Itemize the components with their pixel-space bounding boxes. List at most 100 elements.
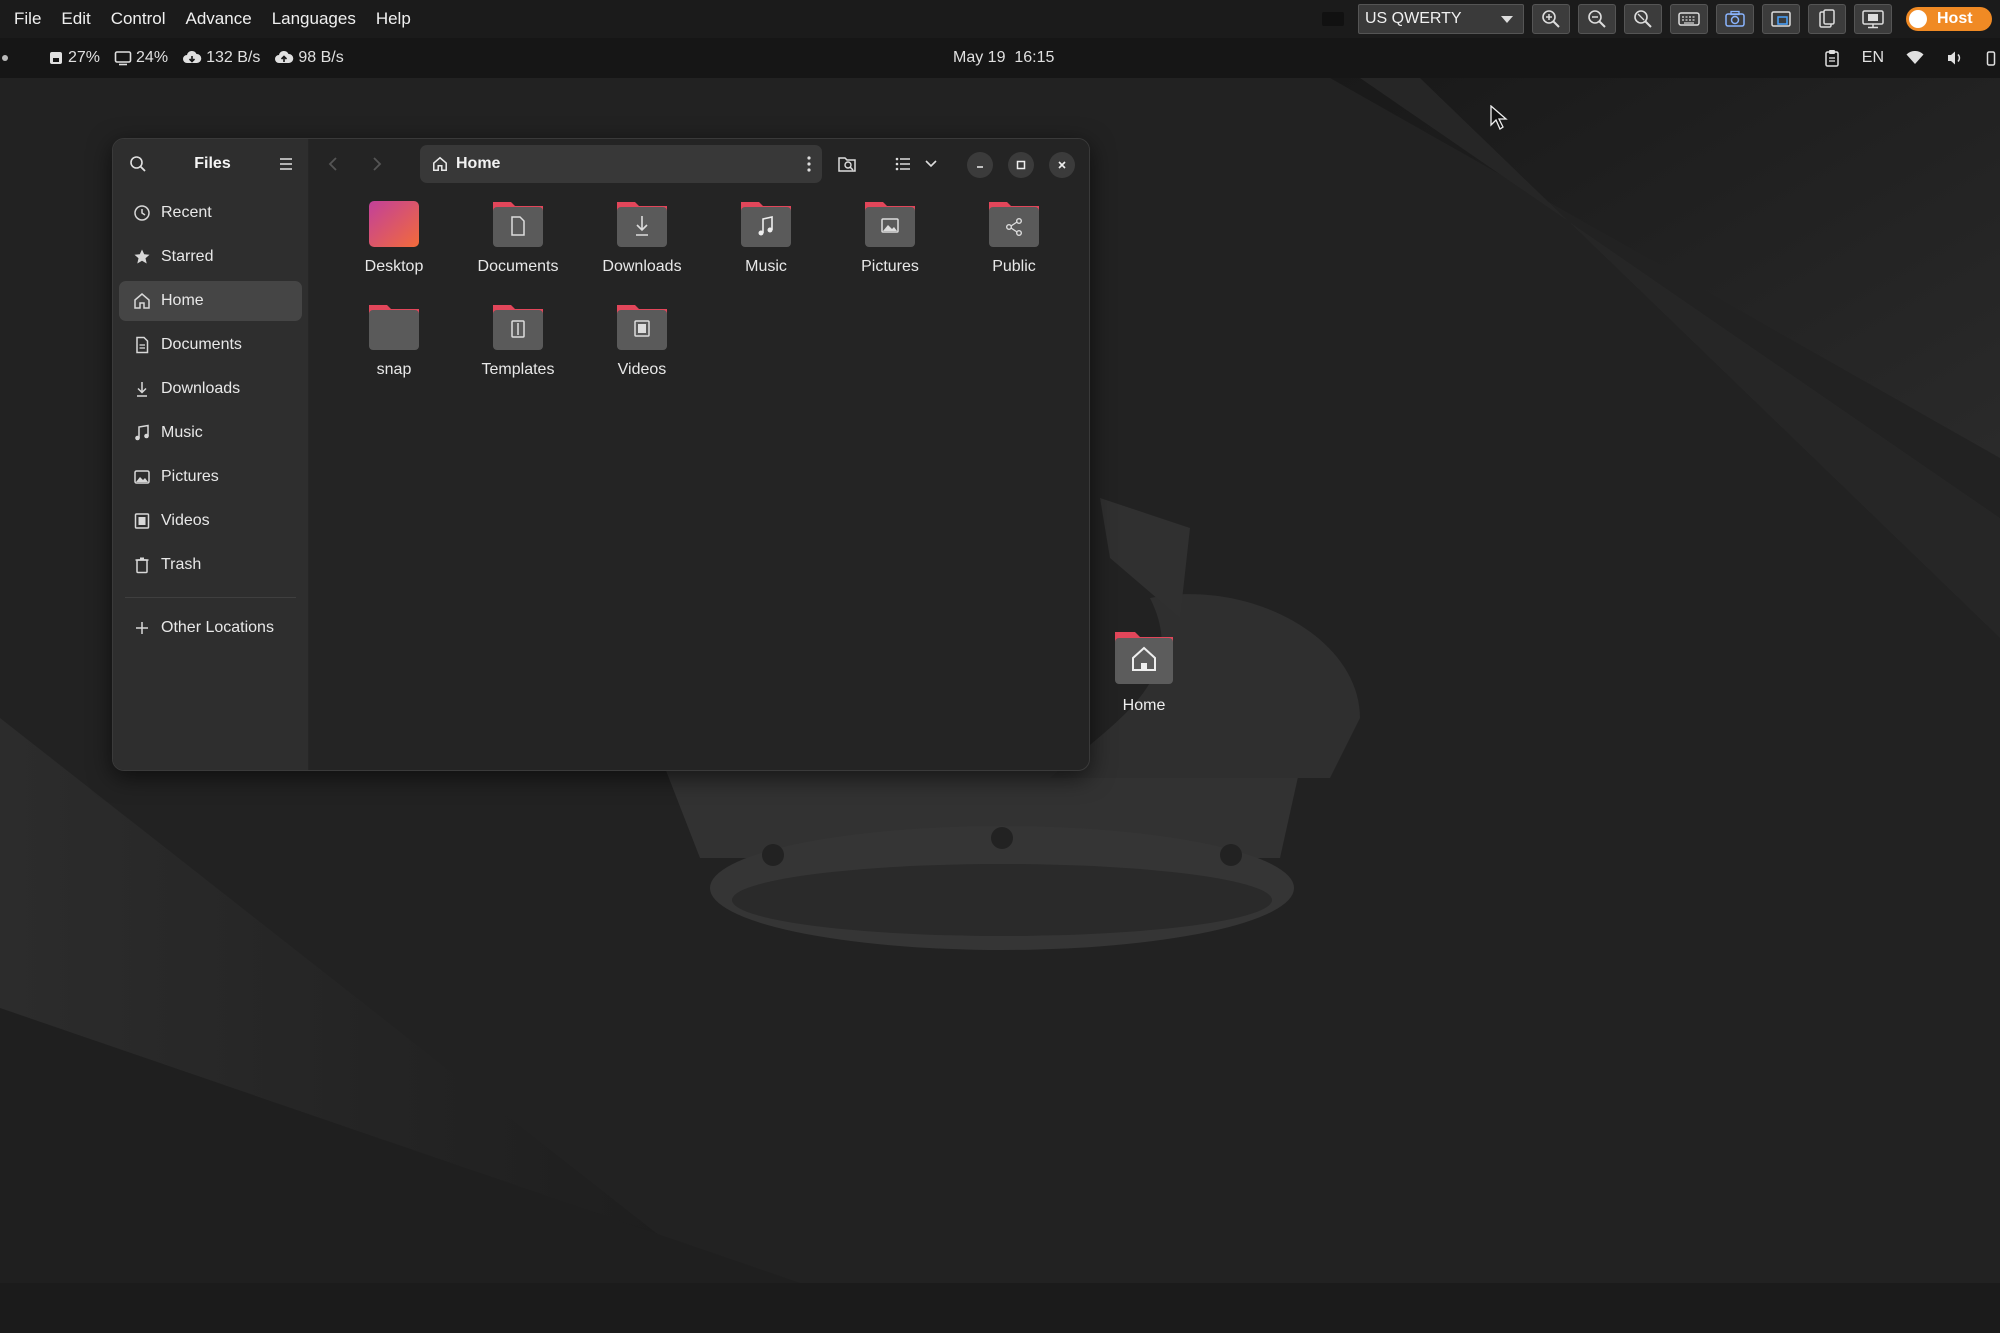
screenshot-button[interactable] (1716, 4, 1754, 34)
location-label: Home (456, 155, 501, 172)
file-item-label: Documents (477, 258, 559, 275)
file-item-documents[interactable]: Documents (463, 199, 573, 276)
zoom-in-button[interactable] (1532, 4, 1570, 34)
files-main: Home Desktop Documents Downloads Music P… (309, 139, 1089, 770)
hamburger-menu-icon[interactable] (278, 157, 294, 171)
net-up-value: 98 B/s (298, 49, 344, 66)
menu-edit[interactable]: Edit (53, 0, 98, 38)
zoom-fit-button[interactable] (1624, 4, 1662, 34)
plus-icon (136, 622, 148, 634)
sidebar-item-videos[interactable]: Videos (119, 501, 302, 541)
clock-date: May 19 (953, 49, 1006, 66)
file-item-public[interactable]: Public (959, 199, 1069, 276)
view-options-button[interactable] (915, 148, 947, 180)
clipboard-button[interactable] (1808, 4, 1846, 34)
sidebar-item-label: Recent (161, 204, 212, 221)
forward-button[interactable] (361, 148, 393, 180)
clipboard-indicator-icon[interactable] (1824, 49, 1840, 67)
top-panel: 27% 24% 132 B/s 98 B/s May 19 16:15 EN (0, 38, 2000, 78)
sidebar-item-label: Other Locations (161, 619, 274, 636)
sidebar-item-starred[interactable]: Starred (119, 237, 302, 277)
file-item-label: Public (992, 258, 1036, 275)
wifi-icon[interactable] (1906, 51, 1924, 65)
video-icon (134, 513, 150, 529)
menu-advance[interactable]: Advance (178, 0, 260, 38)
viewer-menubar: File Edit Control Advance Languages Help… (0, 0, 2000, 38)
videos-folder-icon (617, 305, 667, 350)
back-button[interactable] (317, 148, 349, 180)
status-area: EN (1824, 38, 2000, 78)
sidebar-item-label: Home (161, 292, 204, 309)
file-item-templates[interactable]: Templates (463, 302, 573, 379)
net-up: 98 B/s (274, 49, 344, 67)
search-icon[interactable] (129, 155, 147, 173)
disk-usage: 27% (48, 49, 100, 67)
desktop-home-icon[interactable]: Home (1104, 626, 1184, 715)
sidebar-item-documents[interactable]: Documents (119, 325, 302, 365)
files-headerbar: Home (309, 139, 1089, 189)
clock-icon (134, 205, 150, 221)
file-item-videos[interactable]: Videos (587, 302, 697, 379)
list-view-icon (895, 157, 910, 171)
sidebar-divider (125, 597, 296, 598)
minimize-button[interactable] (967, 152, 993, 178)
window-mode-button[interactable] (1762, 4, 1800, 34)
keyboard-toggle-icon (1678, 12, 1700, 26)
file-item-label: Downloads (602, 258, 682, 275)
clock[interactable]: May 19 16:15 (953, 38, 1054, 78)
cloud-download-icon (183, 50, 202, 63)
menu-languages[interactable]: Languages (264, 0, 364, 38)
downloads-folder-icon (617, 202, 667, 247)
bottom-strip (0, 1283, 2000, 1333)
file-item-label: Desktop (364, 258, 424, 275)
volume-icon[interactable] (1946, 50, 1964, 66)
menu-control[interactable]: Control (103, 0, 174, 38)
location-bar[interactable]: Home (420, 145, 822, 183)
file-item-downloads[interactable]: Downloads (587, 199, 697, 276)
close-icon (1058, 161, 1066, 169)
desktop-home-label: Home (1122, 697, 1166, 714)
keyboard-button[interactable] (1670, 4, 1708, 34)
download-icon (137, 382, 147, 397)
activities-indicator[interactable] (2, 55, 8, 61)
zoom-out-button[interactable] (1578, 4, 1616, 34)
file-item-label: snap (376, 361, 412, 378)
zoom-fit-icon (1634, 10, 1652, 28)
search-button[interactable] (831, 148, 863, 180)
sidebar-item-trash[interactable]: Trash (119, 545, 302, 585)
menu-file[interactable]: File (6, 0, 49, 38)
music-folder-icon (741, 202, 791, 247)
file-item-music[interactable]: Music (711, 199, 821, 276)
document-icon (136, 336, 149, 354)
file-item-snap[interactable]: snap (339, 302, 449, 379)
home-folder-icon (1115, 632, 1173, 684)
file-item-pictures[interactable]: Pictures (835, 199, 945, 276)
files-sidebar: Files Recent Starred Home Documents Down… (113, 139, 309, 770)
kebab-menu-icon[interactable] (806, 155, 812, 173)
close-button[interactable] (1049, 152, 1075, 178)
file-item-label: Videos (617, 361, 667, 378)
sidebar-item-label: Downloads (161, 380, 241, 397)
sidebar-item-downloads[interactable]: Downloads (119, 369, 302, 409)
home-icon (433, 156, 447, 171)
maximize-button[interactable] (1008, 152, 1034, 178)
sidebar-item-recent[interactable]: Recent (119, 193, 302, 233)
zoom-in-icon (1542, 10, 1560, 28)
sidebar-item-label: Music (161, 424, 203, 441)
keyboard-layout-select[interactable]: US QWERTY (1358, 4, 1524, 34)
maximize-icon (1016, 160, 1026, 170)
music-icon (135, 424, 149, 441)
sidebar-item-label: Trash (161, 556, 202, 573)
sidebar-item-pictures[interactable]: Pictures (119, 457, 302, 497)
file-item-desktop[interactable]: Desktop (339, 199, 449, 276)
host-toggle[interactable]: Host (1906, 7, 1992, 31)
sidebar-item-music[interactable]: Music (119, 413, 302, 453)
input-language[interactable]: EN (1862, 49, 1884, 67)
sidebar-item-home[interactable]: Home (119, 281, 302, 321)
display-button[interactable] (1854, 4, 1892, 34)
battery-icon[interactable] (1986, 50, 1996, 66)
clock-time: 16:15 (1014, 49, 1055, 66)
file-item-label: Pictures (861, 258, 919, 275)
menu-help[interactable]: Help (368, 0, 419, 38)
sidebar-item-other-locations[interactable]: Other Locations (119, 608, 302, 648)
